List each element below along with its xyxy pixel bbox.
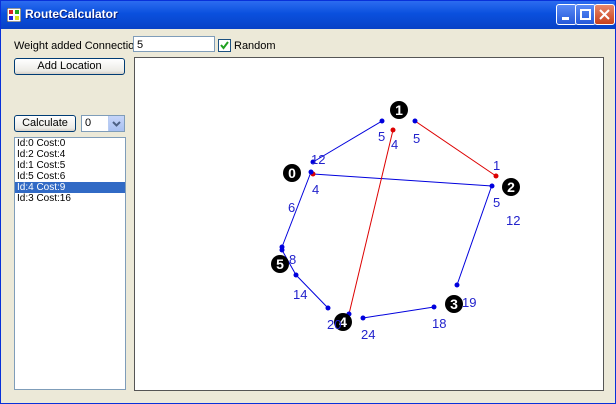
edge-weight-label: 5 (378, 129, 385, 144)
edge-endpoint (390, 127, 396, 133)
graph-edge (362, 306, 435, 319)
add-location-label: Add Location (37, 60, 102, 72)
weight-input[interactable]: 5 (133, 36, 215, 52)
calculate-label: Calculate (22, 117, 68, 129)
result-item[interactable]: Id:4 Cost:9 (15, 182, 125, 193)
random-label: Random (234, 40, 276, 52)
result-item[interactable]: Id:1 Cost:5 (15, 160, 125, 171)
node-label: 0 (288, 165, 296, 181)
weight-label: Weight added Connection (14, 40, 141, 52)
app-window: RouteCalculator Weight added Connection … (0, 0, 616, 404)
add-location-button[interactable]: Add Location (14, 58, 125, 75)
calculate-button[interactable]: Calculate (14, 115, 76, 132)
result-item[interactable]: Id:2 Cost:4 (15, 149, 125, 160)
edge-weight-label: 4 (312, 182, 319, 197)
edge-endpoint (308, 169, 314, 175)
maximize-button[interactable] (575, 4, 596, 25)
maximize-icon (580, 9, 591, 20)
results-list[interactable]: Id:0 Cost:0 Id:2 Cost:4 Id:1 Cost:5 Id:5 Co… (14, 137, 126, 390)
edge-weight-label: 5 (493, 195, 500, 210)
result-item[interactable]: Id:3 Cost:16 (15, 193, 125, 204)
node-label: 5 (276, 256, 284, 272)
start-node-select[interactable]: 0 (81, 115, 125, 132)
graph-edge (281, 171, 312, 248)
edge-endpoint (279, 247, 285, 253)
graph-canvas[interactable]: 0 1 2 3 4 5 5 4 5 12 4 1 5 12 6 8 14 19 18 20 24 (134, 57, 604, 391)
edge-endpoint (379, 118, 385, 124)
node-label: 3 (450, 296, 458, 312)
edge-weight-label: 18 (432, 316, 446, 331)
edge-weight-label: 1 (493, 158, 500, 173)
edge-endpoint (493, 173, 499, 179)
chevron-down-icon (112, 121, 121, 127)
graph-edge (312, 173, 493, 187)
dropdown-button[interactable] (108, 116, 124, 131)
edge-endpoint (431, 304, 437, 310)
edge-weight-label: 8 (289, 252, 296, 267)
edge-endpoint (454, 282, 460, 288)
edge-endpoint (325, 305, 331, 311)
graph-edge (456, 184, 493, 286)
close-button[interactable] (594, 4, 615, 25)
edge-weight-label: 12 (311, 152, 325, 167)
edge-weight-label: 6 (288, 200, 295, 215)
edge-weight-label: 24 (361, 327, 375, 342)
node-label: 1 (395, 102, 403, 118)
edge-endpoint (489, 183, 495, 189)
minimize-icon (562, 17, 569, 20)
random-checkbox[interactable] (218, 39, 231, 52)
window-title: RouteCalculator (25, 7, 118, 21)
edge-weight-label: 12 (506, 213, 520, 228)
edge-weight-label: 20 (327, 317, 341, 332)
weight-input-value: 5 (137, 39, 144, 51)
close-icon (599, 9, 610, 20)
edge-weight-label: 5 (413, 131, 420, 146)
edge-weight-label: 14 (293, 287, 307, 302)
edge-endpoint (293, 272, 299, 278)
app-icon (7, 8, 21, 22)
checkmark-icon (220, 41, 229, 50)
path-edge (414, 120, 497, 177)
node-label: 2 (507, 179, 515, 195)
path-edge (348, 129, 394, 315)
graph-svg[interactable]: 01234554 51241512681419182024 (135, 58, 603, 390)
title-bar[interactable]: RouteCalculator (1, 1, 615, 29)
result-item[interactable]: Id:0 Cost:0 (15, 138, 125, 149)
edge-endpoint (412, 118, 418, 124)
minimize-button[interactable] (556, 4, 577, 25)
edge-endpoint (360, 315, 366, 321)
result-item[interactable]: Id:5 Cost:6 (15, 171, 125, 182)
edge-weight-label: 4 (391, 137, 398, 152)
start-node-value: 0 (85, 117, 92, 129)
edge-weight-label: 19 (462, 295, 476, 310)
